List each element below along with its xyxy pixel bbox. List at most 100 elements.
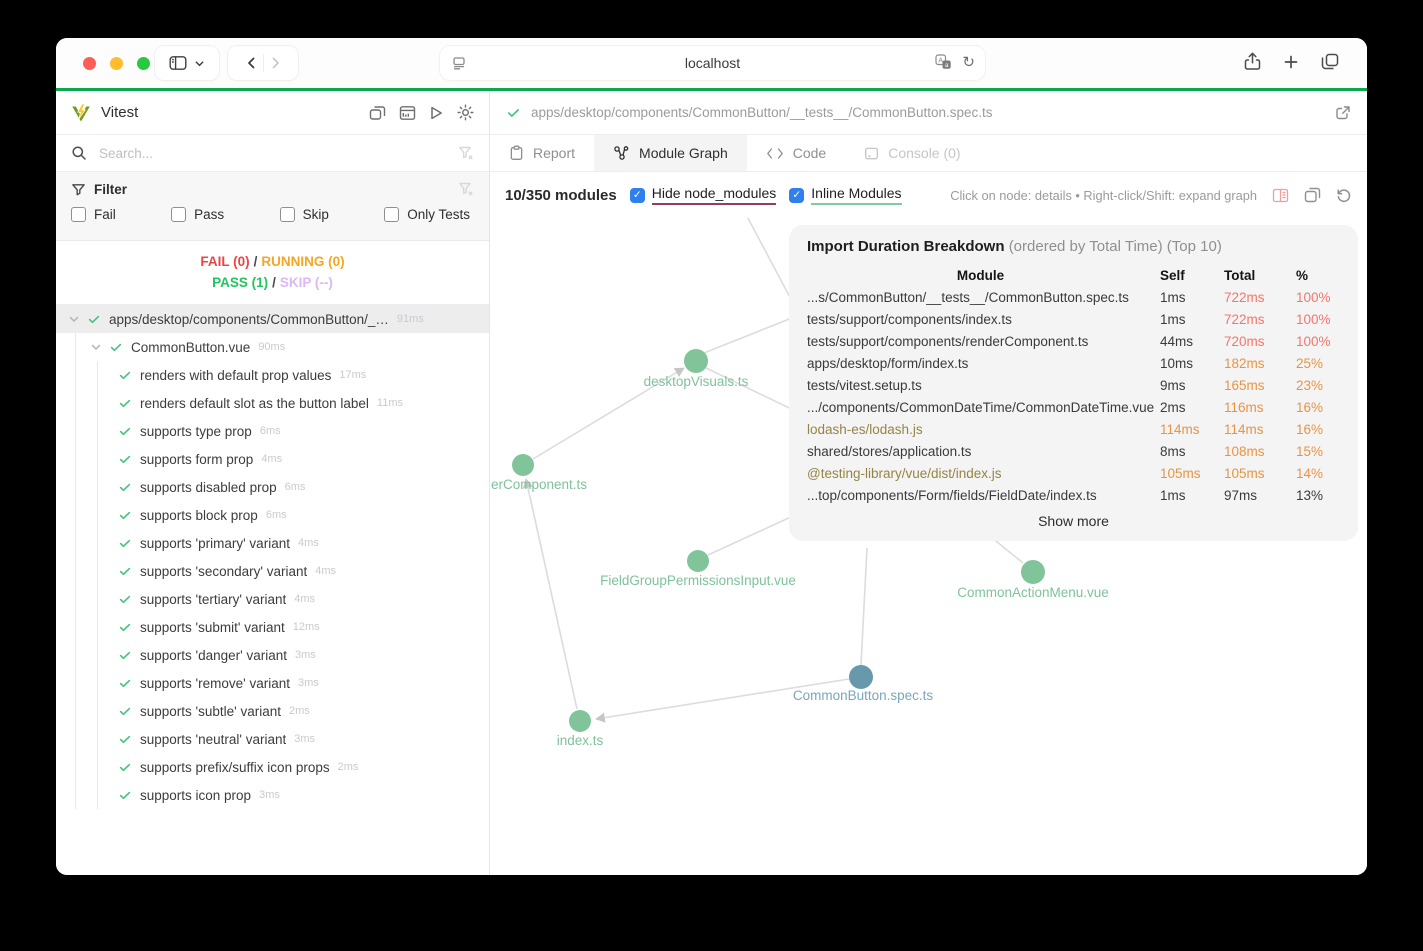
test-file-row[interactable]: apps/desktop/components/CommonButton/_… …	[56, 305, 489, 333]
checkbox-skip[interactable]	[279, 207, 295, 222]
module-name-cell[interactable]: ...top/components/Form/fields/FieldDate/…	[807, 488, 1154, 503]
table-row[interactable]: apps/desktop/form/index.ts 10ms 182ms 25…	[807, 352, 1340, 374]
module-name-cell[interactable]: lodash-es/lodash.js	[807, 422, 1154, 437]
table-row[interactable]: shared/stores/application.ts 8ms 108ms 1…	[807, 440, 1340, 462]
test-suite-row[interactable]: CommonButton.vue 90ms	[56, 333, 489, 361]
module-name-cell[interactable]: shared/stores/application.ts	[807, 444, 1154, 459]
filter-option-fail[interactable]: Fail	[71, 207, 116, 222]
dashboard-icon[interactable]	[399, 105, 416, 121]
reload-icon[interactable]: ↻	[962, 53, 975, 71]
test-case-row[interactable]: renders default slot as the button label…	[56, 389, 489, 417]
percent-cell: 100%	[1296, 311, 1331, 327]
clear-filter-icon[interactable]	[458, 181, 474, 197]
share-icon[interactable]	[1244, 52, 1261, 71]
module-name-cell[interactable]: ...s/CommonButton/__tests__/CommonButton…	[807, 290, 1154, 305]
graph-node[interactable]	[512, 454, 534, 476]
close-window-button[interactable]	[83, 57, 96, 70]
module-name-cell[interactable]: tests/support/components/index.ts	[807, 312, 1154, 327]
inline-modules-toggle[interactable]: ✓ Inline Modules	[789, 185, 902, 205]
test-time: 4ms	[297, 537, 319, 549]
tab-code[interactable]: Code	[747, 135, 845, 171]
module-name-cell[interactable]: .../components/CommonDateTime/CommonDate…	[807, 400, 1154, 415]
module-name-cell[interactable]: apps/desktop/form/index.ts	[807, 356, 1154, 371]
show-more-button[interactable]: Show more	[807, 513, 1340, 529]
filter-option-only-tests[interactable]: Only Tests	[384, 207, 470, 222]
pass-check-icon	[118, 620, 132, 634]
test-case-row[interactable]: supports block prop 6ms	[56, 501, 489, 529]
url-bar[interactable]: localhost Aa ↻	[440, 46, 985, 80]
checked-checkbox-icon[interactable]: ✓	[629, 187, 645, 203]
pass-check-icon	[118, 704, 132, 718]
test-case-row[interactable]: supports form prop 4ms	[56, 445, 489, 473]
tab-console[interactable]: Console (0)	[845, 135, 979, 171]
table-row[interactable]: tests/support/components/renderComponent…	[807, 330, 1340, 352]
run-all-icon[interactable]	[429, 105, 444, 121]
test-case-row[interactable]: supports prefix/suffix icon props 2ms	[56, 753, 489, 781]
test-case-row[interactable]: renders with default prop values 17ms	[56, 361, 489, 389]
tab-overview-icon[interactable]	[1321, 53, 1339, 70]
test-time: 17ms	[339, 369, 367, 381]
test-case-row[interactable]: supports 'primary' variant 4ms	[56, 529, 489, 557]
expand-graph-icon[interactable]	[1304, 187, 1321, 203]
back-button[interactable]	[245, 56, 257, 70]
test-case-row[interactable]: supports type prop 6ms	[56, 417, 489, 445]
translate-icon[interactable]: Aa	[935, 54, 952, 70]
test-case-row[interactable]: supports disabled prop 6ms	[56, 473, 489, 501]
forward-button[interactable]	[270, 56, 282, 70]
table-row[interactable]: .../components/CommonDateTime/CommonDate…	[807, 396, 1340, 418]
checkbox-fail[interactable]	[71, 207, 86, 222]
checked-checkbox-icon[interactable]: ✓	[789, 187, 805, 203]
test-case-row[interactable]: supports icon prop 3ms	[56, 781, 489, 809]
filter-option-skip[interactable]: Skip	[279, 207, 329, 222]
funnel-icon	[71, 182, 86, 197]
checkbox-only-tests[interactable]	[384, 207, 400, 222]
graph-node[interactable]	[1021, 560, 1045, 584]
collapse-panels-icon[interactable]	[369, 105, 386, 121]
table-row[interactable]: tests/vitest.setup.ts 9ms 165ms 23%	[807, 374, 1340, 396]
module-name-cell[interactable]: tests/vitest.setup.ts	[807, 378, 1154, 393]
table-row[interactable]: tests/support/components/index.ts 1ms 72…	[807, 308, 1340, 330]
test-case-row[interactable]: supports 'submit' variant 12ms	[56, 613, 489, 641]
chevron-down-icon[interactable]	[90, 341, 102, 353]
filter-option-pass[interactable]: Pass	[171, 207, 224, 222]
zoom-window-button[interactable]	[137, 57, 150, 70]
legend-book-icon[interactable]	[1272, 188, 1289, 203]
graph-node[interactable]	[569, 710, 591, 732]
module-name-cell[interactable]: tests/support/components/renderComponent…	[807, 334, 1154, 349]
reset-graph-icon[interactable]	[1336, 187, 1352, 203]
minimize-window-button[interactable]	[110, 57, 123, 70]
graph-node[interactable]	[687, 550, 709, 572]
module-graph[interactable]: desktopVisuals.ts erComponent.ts FieldGrou…	[490, 218, 1367, 875]
tab-module-graph[interactable]: Module Graph	[594, 135, 747, 171]
graph-node[interactable]	[684, 349, 708, 373]
table-row[interactable]: lodash-es/lodash.js 114ms 114ms 16%	[807, 418, 1340, 440]
test-case-row[interactable]: supports 'neutral' variant 3ms	[56, 725, 489, 753]
test-case-row[interactable]: supports 'subtle' variant 2ms	[56, 697, 489, 725]
chevron-down-icon[interactable]	[68, 313, 80, 325]
table-row[interactable]: @testing-library/vue/dist/index.js 105ms…	[807, 462, 1340, 484]
test-case-row[interactable]: supports 'tertiary' variant 4ms	[56, 585, 489, 613]
table-row[interactable]: ...top/components/Form/fields/FieldDate/…	[807, 484, 1340, 506]
module-name-cell[interactable]: @testing-library/vue/dist/index.js	[807, 466, 1154, 481]
new-tab-icon[interactable]	[1283, 54, 1299, 70]
search-icon	[71, 145, 87, 161]
test-case-row[interactable]: supports 'remove' variant 3ms	[56, 669, 489, 697]
test-time: 2ms	[337, 761, 359, 773]
test-time: 3ms	[295, 649, 316, 661]
clear-search-filter-icon[interactable]	[458, 145, 474, 161]
sidebar-toggle-button[interactable]	[155, 46, 219, 80]
test-case-row[interactable]: supports 'danger' variant 3ms	[56, 641, 489, 669]
url-text[interactable]: localhost	[440, 55, 985, 71]
file-path: apps/desktop/components/CommonButton/__t…	[531, 105, 993, 120]
table-row[interactable]: ...s/CommonButton/__tests__/CommonButton…	[807, 286, 1340, 308]
theme-toggle-icon[interactable]	[457, 104, 474, 121]
open-external-icon[interactable]	[1335, 105, 1351, 121]
run-summary: FAIL (0) / RUNNING (0) PASS (1) / SKIP (--)	[56, 241, 489, 305]
graph-node[interactable]	[849, 665, 873, 689]
test-case-row[interactable]: supports 'secondary' variant 4ms	[56, 557, 489, 585]
tab-report[interactable]: Report	[490, 135, 594, 171]
checkbox-pass[interactable]	[171, 207, 187, 222]
search-input[interactable]	[97, 144, 448, 162]
vitest-ui: Vitest Filter	[56, 91, 1367, 875]
hide-node-modules-toggle[interactable]: ✓ Hide node_modules	[629, 185, 777, 205]
